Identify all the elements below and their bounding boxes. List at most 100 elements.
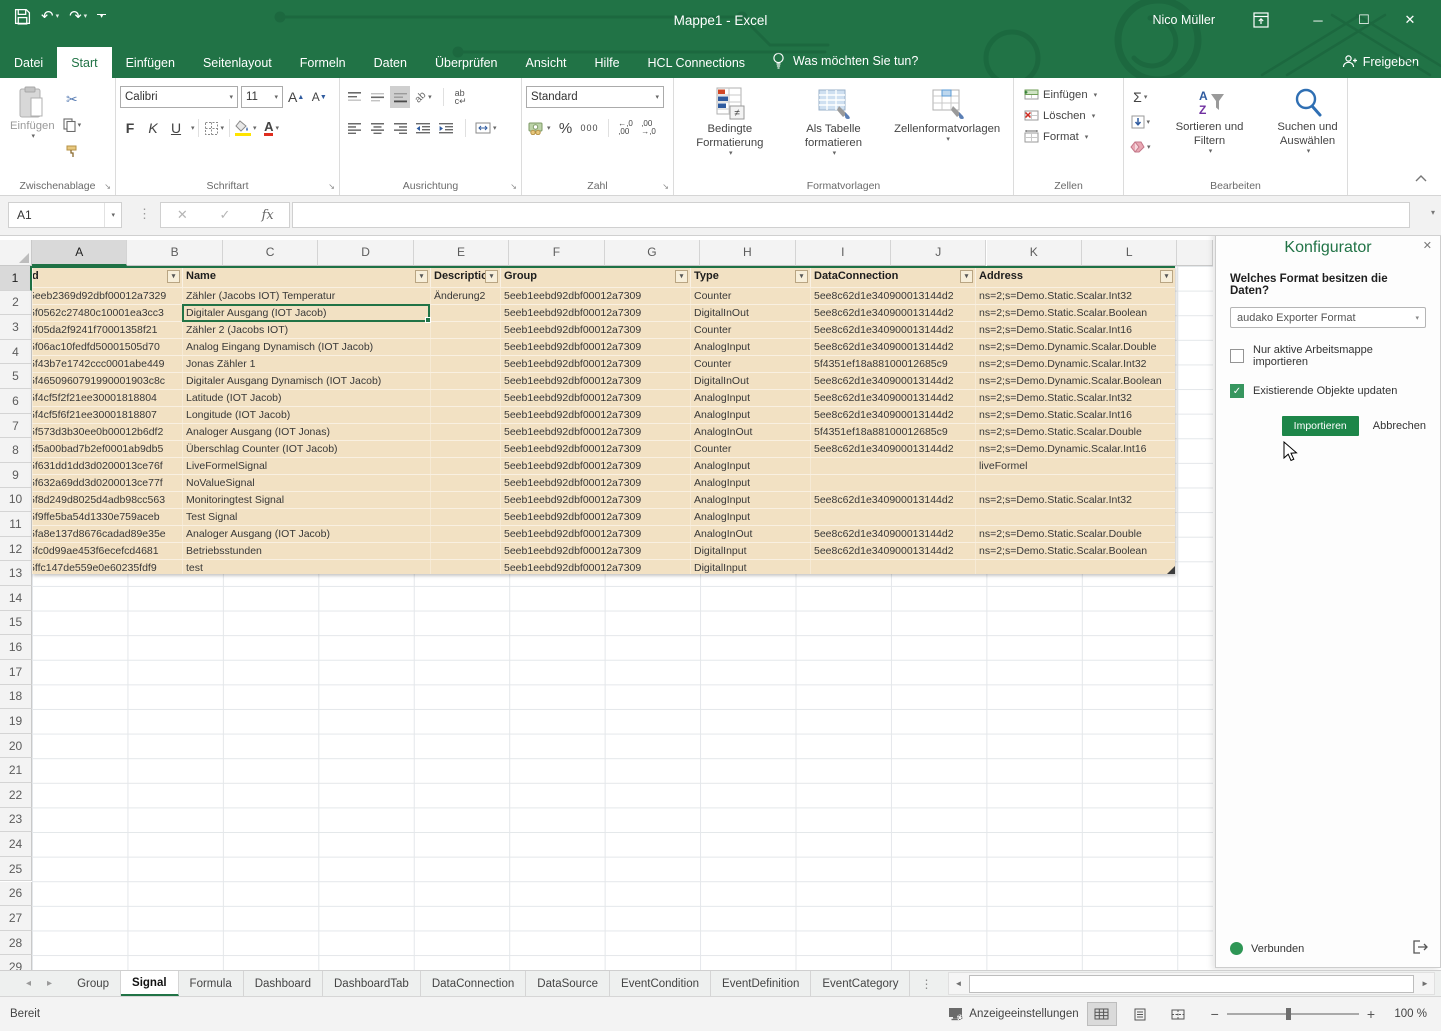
table-cell[interactable]: AnalogInOut (690, 424, 810, 440)
table-row[interactable]: 5eeb2369d92dbf00012a7329Zähler (Jacobs I… (32, 287, 1175, 304)
column-header-E[interactable]: E (414, 240, 509, 266)
table-cell[interactable]: ns=2;s=Demo.Dynamic.Scalar.Int32 (975, 356, 1175, 372)
formula-input[interactable] (292, 202, 1410, 228)
table-cell[interactable]: Zähler 2 (Jacobs IOT) (182, 322, 430, 338)
table-row[interactable]: 5ffc147de559e0e60235fdf9test5eeb1eebd92d… (32, 559, 1175, 574)
table-cell[interactable]: ns=2;s=Demo.Static.Scalar.Int32 (975, 390, 1175, 406)
table-cell[interactable] (430, 458, 500, 474)
filter-button[interactable]: ▾ (415, 270, 428, 283)
sheet-tab-dashboardtab[interactable]: DashboardTab (323, 971, 421, 996)
table-cell[interactable] (810, 475, 975, 491)
table-cell[interactable]: 5f632a69dd3d0200013ce77f (32, 475, 182, 491)
format-select[interactable]: audako Exporter Format ▾ (1230, 307, 1426, 328)
save-icon[interactable] (14, 8, 31, 25)
table-cell[interactable] (430, 543, 500, 559)
table-row[interactable]: 5f5a00bad7b2ef0001ab9db5Überschlag Count… (32, 440, 1175, 457)
column-header-C[interactable]: C (223, 240, 318, 266)
table-cell[interactable]: 5eeb1eebd92dbf00012a7309 (500, 322, 690, 338)
ribbon-tab-formeln[interactable]: Formeln (286, 47, 360, 78)
sheet-tab-eventdefinition[interactable]: EventDefinition (711, 971, 811, 996)
table-cell[interactable]: Counter (690, 322, 810, 338)
table-cell[interactable]: Counter (690, 288, 810, 304)
alignment-dialog-launcher-icon[interactable]: ↘ (509, 181, 518, 192)
clipboard-dialog-launcher-icon[interactable]: ↘ (103, 181, 112, 192)
table-cell[interactable]: Änderung2 (430, 288, 500, 304)
table-cell[interactable] (430, 390, 500, 406)
ribbon-tab-daten[interactable]: Daten (360, 47, 421, 78)
table-cell[interactable]: NoValueSignal (182, 475, 430, 491)
row-header-17[interactable]: 17 (0, 660, 32, 685)
table-cell[interactable]: 5eeb1eebd92dbf00012a7309 (500, 305, 690, 321)
table-cell[interactable]: 5eeb1eebd92dbf00012a7309 (500, 373, 690, 389)
table-cell[interactable]: Analog Eingang Dynamisch (IOT Jacob) (182, 339, 430, 355)
table-cell[interactable]: liveFormel (975, 458, 1175, 474)
fill-button[interactable]: ▾ (1128, 111, 1153, 133)
zoom-level[interactable]: 100 % (1383, 1008, 1427, 1020)
ribbon-tab--berpr-fen[interactable]: Überprüfen (421, 47, 512, 78)
table-row[interactable]: 5f573d3b30ee0b00012b6df2Analoger Ausgang… (32, 423, 1175, 440)
table-cell[interactable] (430, 356, 500, 372)
table-cell[interactable]: 5eeb1eebd92dbf00012a7309 (500, 475, 690, 491)
table-cell[interactable]: AnalogInput (690, 458, 810, 474)
table-cell[interactable]: Counter (690, 356, 810, 372)
table-cell[interactable]: 5eeb2369d92dbf00012a7329 (32, 288, 182, 304)
format-as-table-button[interactable]: Als Tabelle formatieren▾ (783, 84, 883, 175)
collapse-ribbon-icon[interactable] (1415, 169, 1427, 187)
row-header-5[interactable]: 5 (0, 364, 32, 389)
table-cell[interactable]: 5fa8e137d8676cadad89e35e (32, 526, 182, 542)
sheet-tab-eventcategory[interactable]: EventCategory (811, 971, 910, 996)
ribbon-tab-seitenlayout[interactable]: Seitenlayout (189, 47, 286, 78)
column-header-D[interactable]: D (318, 240, 413, 266)
row-header-7[interactable]: 7 (0, 414, 32, 439)
conditional-formatting-button[interactable]: ≠ Bedingte Formatierung▾ (680, 84, 780, 175)
table-cell[interactable]: 5eeb1eebd92dbf00012a7309 (500, 424, 690, 440)
table-cell[interactable]: 5ee8c62d1e340900013144d2 (810, 339, 975, 355)
table-cell[interactable] (430, 339, 500, 355)
align-top-button[interactable] (344, 86, 364, 108)
table-cell[interactable]: 5f9ffe5ba54d1330e759aceb (32, 509, 182, 525)
table-row[interactable]: 5f4650960791990001903c8cDigitaler Ausgan… (32, 372, 1175, 389)
align-left-button[interactable] (344, 117, 364, 139)
table-cell[interactable]: Monitoringtest Signal (182, 492, 430, 508)
row-header-20[interactable]: 20 (0, 734, 32, 759)
ribbon-tab-datei[interactable]: Datei (0, 47, 57, 78)
font-dialog-launcher-icon[interactable]: ↘ (327, 181, 336, 192)
zoom-slider[interactable] (1227, 1013, 1359, 1015)
table-cell[interactable] (810, 560, 975, 574)
table-cell[interactable]: test (182, 560, 430, 574)
align-center-button[interactable] (367, 117, 387, 139)
table-cell[interactable]: 5eeb1eebd92dbf00012a7309 (500, 526, 690, 542)
table-cell[interactable]: 5f4cf5f6f21ee30001818807 (32, 407, 182, 423)
table-cell[interactable]: Analoger Ausgang (IOT Jonas) (182, 424, 430, 440)
ribbon-display-options-icon[interactable] (1241, 0, 1281, 40)
table-cell[interactable] (430, 475, 500, 491)
row-header-8[interactable]: 8 (0, 438, 32, 463)
table-cell[interactable] (810, 458, 975, 474)
align-middle-button[interactable] (367, 86, 387, 108)
table-cell[interactable]: 5f5a00bad7b2ef0001ab9db5 (32, 441, 182, 457)
ribbon-tab-einf-gen[interactable]: Einfügen (112, 47, 189, 78)
table-cell[interactable]: 5eeb1eebd92dbf00012a7309 (500, 458, 690, 474)
table-row[interactable]: 5f632a69dd3d0200013ce77fNoValueSignal 5ee… (32, 474, 1175, 491)
sheet-tab-dashboard[interactable]: Dashboard (244, 971, 323, 996)
table-cell[interactable]: AnalogInput (690, 339, 810, 355)
table-cell[interactable] (975, 475, 1175, 491)
sheet-tab-eventcondition[interactable]: EventCondition (610, 971, 711, 996)
table-cell[interactable]: ns=2;s=Demo.Static.Scalar.Boolean (975, 305, 1175, 321)
comma-style-button[interactable]: 000 (579, 117, 601, 139)
align-right-button[interactable] (390, 117, 410, 139)
font-color-button[interactable]: A ▾ (262, 117, 282, 139)
row-header-28[interactable]: 28 (0, 931, 32, 956)
table-row[interactable]: 5f8d249d8025d4adb98cc563Monitoringtest S… (32, 491, 1175, 508)
table-cell[interactable]: DigitalInput (690, 543, 810, 559)
display-settings-button[interactable]: Anzeigeeinstellungen (948, 1007, 1078, 1021)
cancel-button[interactable]: Abbrechen (1373, 420, 1426, 432)
expand-formula-bar-icon[interactable]: ▾ (1431, 208, 1435, 217)
table-cell[interactable]: ns=2;s=Demo.Dynamic.Scalar.Double (975, 339, 1175, 355)
cancel-entry-icon[interactable]: ✕ (161, 207, 204, 223)
find-select-button[interactable]: Suchen und Auswählen▾ (1259, 84, 1357, 175)
sheet-tab-dataconnection[interactable]: DataConnection (421, 971, 526, 996)
customize-qat-icon[interactable]: ▾ (97, 14, 106, 19)
column-header-F[interactable]: F (509, 240, 604, 266)
table-cell[interactable]: Jonas Zähler 1 (182, 356, 430, 372)
